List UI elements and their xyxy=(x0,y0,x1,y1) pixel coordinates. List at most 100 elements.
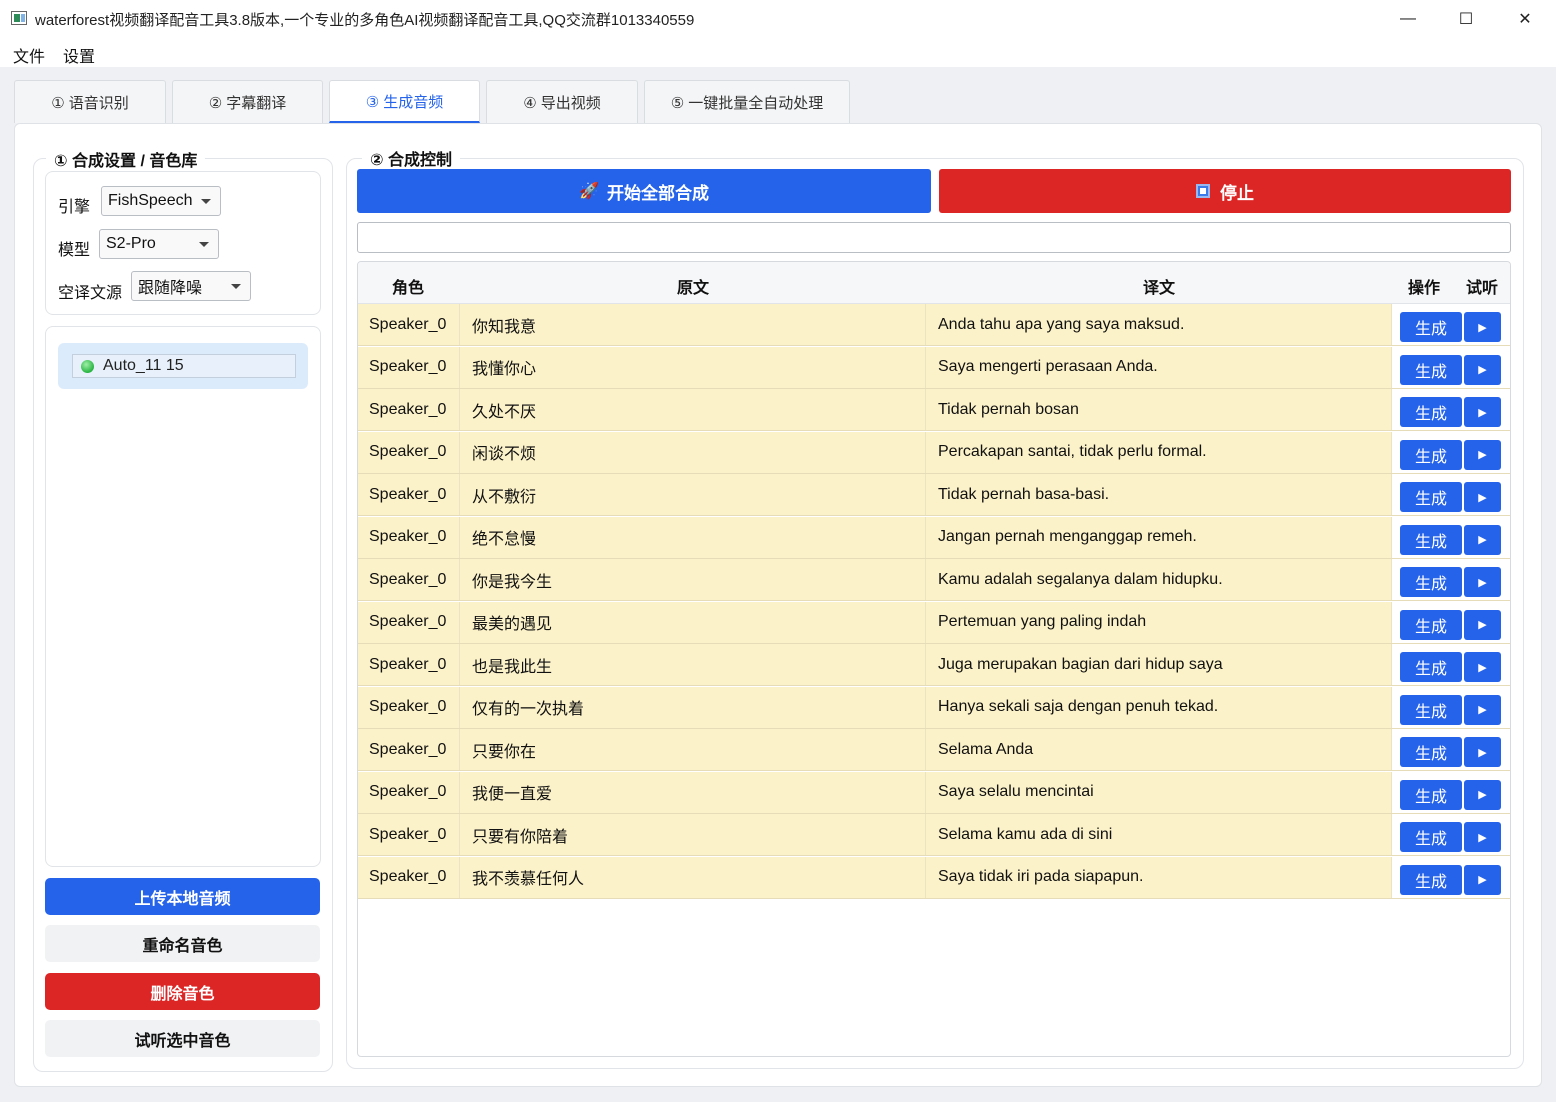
generate-button[interactable]: 生成 xyxy=(1400,737,1462,767)
table-row[interactable]: Speaker_0 从不敷衍 Tidak pernah basa-basi. 生成 ▶ xyxy=(358,474,1510,516)
subtitle-table: 角色 原文 译文 操作 试听 Speaker_0 你知我意 Anda tahu ap… xyxy=(357,261,1511,1057)
cell-role: Speaker_0 xyxy=(358,346,460,388)
generate-button[interactable]: 生成 xyxy=(1400,864,1462,895)
cell-translation[interactable]: Saya selalu mencintai xyxy=(926,771,1392,813)
play-icon[interactable]: ▶ xyxy=(1464,439,1501,470)
table-row[interactable]: Speaker_0 绝不怠慢 Jangan pernah menganggap re… xyxy=(358,516,1510,559)
tab-generate-audio[interactable]: ③ 生成音频 xyxy=(329,80,480,123)
table-row[interactable]: Speaker_0 久处不厌 Tidak pernah bosan 生成 ▶ xyxy=(358,389,1510,431)
play-icon[interactable]: ▶ xyxy=(1464,779,1501,810)
play-icon[interactable]: ▶ xyxy=(1464,354,1501,385)
cell-original[interactable]: 久处不厌 xyxy=(460,389,926,430)
cell-translation[interactable]: Saya tidak iri pada siapapun. xyxy=(926,856,1392,898)
table-row[interactable]: Speaker_0 只要有你陪着 Selama kamu ada di sini 生成… xyxy=(358,814,1510,856)
start-all-synthesis-button[interactable]: 🚀 开始全部合成 xyxy=(357,169,931,213)
table-row[interactable]: Speaker_0 你知我意 Anda tahu apa yang saya mak… xyxy=(358,304,1510,346)
cell-translation[interactable]: Selama kamu ada di sini xyxy=(926,814,1392,855)
cell-original[interactable]: 从不敷衍 xyxy=(460,474,926,515)
close-button[interactable]: ✕ xyxy=(1496,0,1554,37)
generate-button[interactable]: 生成 xyxy=(1400,567,1462,597)
cell-translation[interactable]: Tidak pernah bosan xyxy=(926,389,1392,430)
model-select[interactable]: S2-Pro xyxy=(99,229,219,259)
cell-original[interactable]: 你是我今生 xyxy=(460,559,926,600)
table-row[interactable]: Speaker_0 我懂你心 Saya mengerti perasaan Anda… xyxy=(358,346,1510,389)
stop-button[interactable]: 停止 xyxy=(939,169,1511,213)
generate-button[interactable]: 生成 xyxy=(1400,609,1462,640)
model-value: S2-Pro xyxy=(106,235,156,252)
cell-actions: 生成 ▶ xyxy=(1392,686,1510,728)
play-icon[interactable]: ▶ xyxy=(1464,524,1501,555)
generate-button[interactable]: 生成 xyxy=(1400,524,1462,555)
table-row[interactable]: Speaker_0 闲谈不烦 Percakapan santai, tidak pe… xyxy=(358,431,1510,474)
table-row[interactable]: Speaker_0 我便一直爱 Saya selalu mencintai 生成 ▶ xyxy=(358,771,1510,814)
play-icon[interactable]: ▶ xyxy=(1464,694,1501,725)
workspace: ① 语音识别 ② 字幕翻译 ③ 生成音频 ④ 导出视频 ⑤ 一键批量全自动处理 … xyxy=(0,67,1556,1102)
cell-translation[interactable]: Kamu adalah segalanya dalam hidupku. xyxy=(926,559,1392,600)
cell-translation[interactable]: Selama Anda xyxy=(926,729,1392,770)
cell-original[interactable]: 我不羡慕任何人 xyxy=(460,856,926,898)
cell-translation[interactable]: Juga merupakan bagian dari hidup saya xyxy=(926,644,1392,685)
engine-select[interactable]: FishSpeech xyxy=(101,186,221,216)
source-select[interactable]: 跟随降噪 xyxy=(131,271,251,301)
cell-role: Speaker_0 xyxy=(358,601,460,643)
generate-button[interactable]: 生成 xyxy=(1400,354,1462,385)
play-icon[interactable]: ▶ xyxy=(1464,822,1501,852)
cell-original[interactable]: 只要你在 xyxy=(460,729,926,770)
cell-translation[interactable]: Percakapan santai, tidak perlu formal. xyxy=(926,431,1392,473)
cell-original[interactable]: 仅有的一次执着 xyxy=(460,686,926,728)
play-icon[interactable]: ▶ xyxy=(1464,482,1501,512)
cell-original[interactable]: 最美的遇见 xyxy=(460,601,926,643)
table-row[interactable]: Speaker_0 也是我此生 Juga merupakan bagian dari… xyxy=(358,644,1510,686)
play-icon[interactable]: ▶ xyxy=(1464,312,1501,342)
play-icon[interactable]: ▶ xyxy=(1464,737,1501,767)
rename-voice-button[interactable]: 重命名音色 xyxy=(45,925,320,962)
cell-actions: 生成 ▶ xyxy=(1392,814,1510,855)
generate-button[interactable]: 生成 xyxy=(1400,312,1462,342)
table-row[interactable]: Speaker_0 我不羡慕任何人 Saya tidak iri pada siap… xyxy=(358,856,1510,899)
cell-actions: 生成 ▶ xyxy=(1392,729,1510,770)
play-icon[interactable]: ▶ xyxy=(1464,567,1501,597)
cell-translation[interactable]: Saya mengerti perasaan Anda. xyxy=(926,346,1392,388)
cell-original[interactable]: 闲谈不烦 xyxy=(460,431,926,473)
cell-translation[interactable]: Pertemuan yang paling indah xyxy=(926,601,1392,643)
start-button-label: 开始全部合成 xyxy=(606,183,709,203)
delete-voice-button[interactable]: 删除音色 xyxy=(45,973,320,1010)
play-icon[interactable]: ▶ xyxy=(1464,397,1501,427)
menu-file[interactable]: 文件 xyxy=(13,43,45,67)
cell-original[interactable]: 你知我意 xyxy=(460,304,926,345)
maximize-button[interactable]: ☐ xyxy=(1437,0,1495,37)
cell-original[interactable]: 我懂你心 xyxy=(460,346,926,388)
tab-export-video[interactable]: ④ 导出视频 xyxy=(486,80,638,123)
tab-speech-recognition[interactable]: ① 语音识别 xyxy=(14,80,166,123)
cell-translation[interactable]: Tidak pernah basa-basi. xyxy=(926,474,1392,515)
preview-voice-button[interactable]: 试听选中音色 xyxy=(45,1020,320,1057)
cell-translation[interactable]: Hanya sekali saja dengan penuh tekad. xyxy=(926,686,1392,728)
table-row[interactable]: Speaker_0 你是我今生 Kamu adalah segalanya dala… xyxy=(358,559,1510,601)
voice-item[interactable]: Auto_11 15 xyxy=(58,343,308,389)
generate-button[interactable]: 生成 xyxy=(1400,779,1462,810)
table-row[interactable]: Speaker_0 仅有的一次执着 Hanya sekali saja dengan… xyxy=(358,686,1510,729)
tab-batch-auto[interactable]: ⑤ 一键批量全自动处理 xyxy=(644,80,850,123)
generate-button[interactable]: 生成 xyxy=(1400,482,1462,512)
cell-original[interactable]: 只要有你陪着 xyxy=(460,814,926,855)
play-icon[interactable]: ▶ xyxy=(1464,864,1501,895)
cell-original[interactable]: 绝不怠慢 xyxy=(460,516,926,558)
table-row[interactable]: Speaker_0 只要你在 Selama Anda 生成 ▶ xyxy=(358,729,1510,771)
table-row[interactable]: Speaker_0 最美的遇见 Pertemuan yang paling inda… xyxy=(358,601,1510,644)
generate-button[interactable]: 生成 xyxy=(1400,652,1462,682)
menu-settings[interactable]: 设置 xyxy=(63,43,95,67)
cell-translation[interactable]: Anda tahu apa yang saya maksud. xyxy=(926,304,1392,345)
play-icon[interactable]: ▶ xyxy=(1464,652,1501,682)
generate-button[interactable]: 生成 xyxy=(1400,694,1462,725)
generate-button[interactable]: 生成 xyxy=(1400,397,1462,427)
minimize-button[interactable]: — xyxy=(1379,0,1437,37)
tab-subtitle-translation[interactable]: ② 字幕翻译 xyxy=(172,80,323,123)
upload-audio-button[interactable]: 上传本地音频 xyxy=(45,878,320,915)
cell-original[interactable]: 也是我此生 xyxy=(460,644,926,685)
play-icon[interactable]: ▶ xyxy=(1464,609,1501,640)
generate-button[interactable]: 生成 xyxy=(1400,822,1462,852)
cell-original[interactable]: 我便一直爱 xyxy=(460,771,926,813)
cell-role: Speaker_0 xyxy=(358,856,460,898)
generate-button[interactable]: 生成 xyxy=(1400,439,1462,470)
cell-translation[interactable]: Jangan pernah menganggap remeh. xyxy=(926,516,1392,558)
